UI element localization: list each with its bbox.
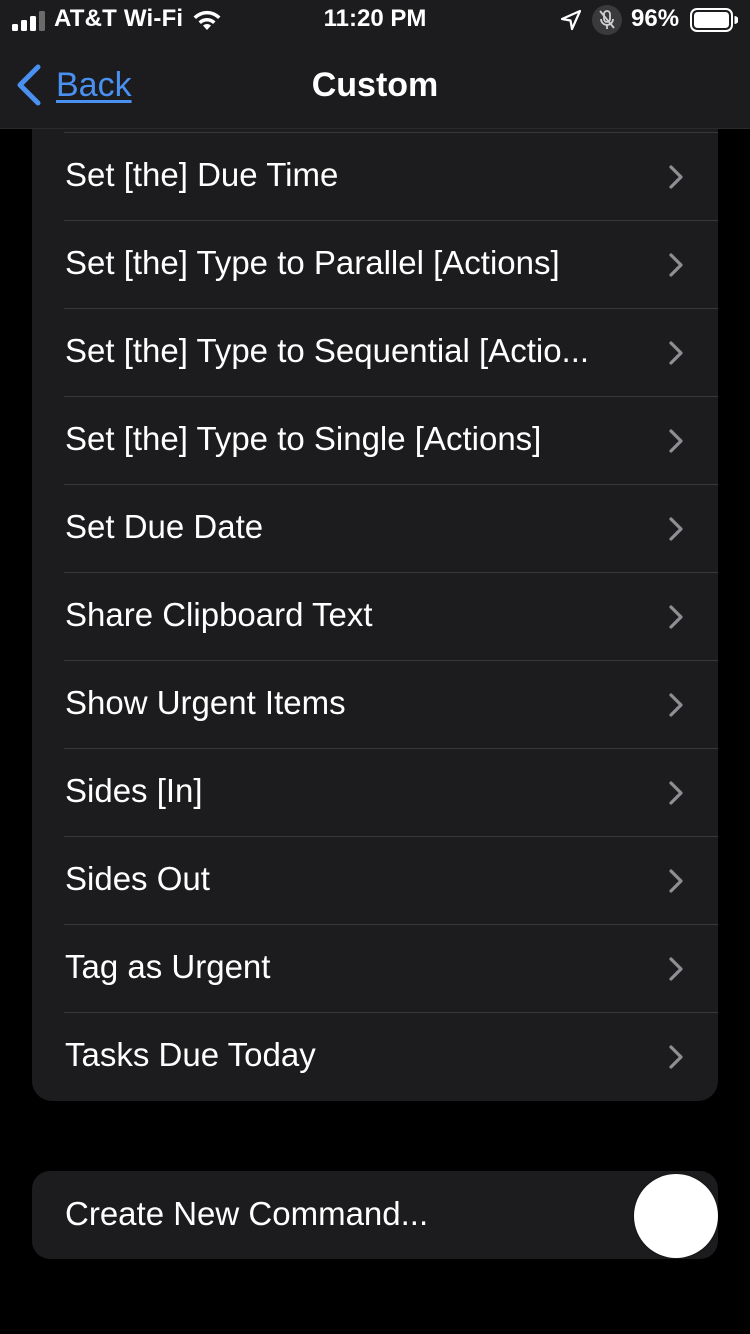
row-divider xyxy=(64,484,718,485)
list-item-label: Sides [In] xyxy=(65,772,203,809)
chevron-right-icon xyxy=(669,605,683,629)
row-divider xyxy=(64,748,718,749)
list-item[interactable]: Set [the] Type to Sequential [Actio... xyxy=(32,308,718,396)
create-new-command-button[interactable]: Create New Command... xyxy=(32,1171,718,1259)
assistive-touch-button[interactable] xyxy=(634,1174,718,1258)
chevron-right-icon xyxy=(669,1045,683,1069)
header: AT&T Wi-Fi 11:20 PM 96% Back Custom xyxy=(0,0,750,129)
chevron-right-icon xyxy=(669,957,683,981)
chevron-right-icon xyxy=(669,165,683,189)
list-item[interactable]: Tag as Urgent xyxy=(32,924,718,1012)
list-item-label: Set [the] Type to Sequential [Actio... xyxy=(65,332,590,369)
list-item-label: Tag as Urgent xyxy=(65,948,271,985)
chevron-right-icon xyxy=(669,341,683,365)
list-item[interactable]: Set [the] Type to Parallel [Actions] xyxy=(32,220,718,308)
chevron-right-icon xyxy=(669,781,683,805)
status-bar: AT&T Wi-Fi 11:20 PM 96% xyxy=(0,0,750,40)
location-arrow-icon xyxy=(560,9,582,31)
list-item-label: Tasks Due Today xyxy=(65,1036,316,1073)
list-item[interactable]: Share Clipboard Text xyxy=(32,572,718,660)
row-divider xyxy=(64,220,718,221)
row-divider xyxy=(64,836,718,837)
chevron-right-icon xyxy=(669,517,683,541)
list-item[interactable]: Set Due Date xyxy=(32,484,718,572)
row-divider xyxy=(64,132,718,133)
row-divider xyxy=(64,308,718,309)
navigation-bar: Back Custom xyxy=(0,44,750,124)
row-divider xyxy=(64,924,718,925)
row-divider xyxy=(64,660,718,661)
command-list-group: Set [the] Due Time Set [the] Type to Para… xyxy=(32,40,718,1101)
list-item[interactable]: Sides Out xyxy=(32,836,718,924)
command-list: Set [the] Due Time Set [the] Type to Para… xyxy=(32,132,718,1100)
list-item-label: Share Clipboard Text xyxy=(65,596,373,633)
row-divider xyxy=(64,1012,718,1013)
list-item[interactable]: Sides [In] xyxy=(32,748,718,836)
list-item-label: Set [the] Type to Single [Actions] xyxy=(65,420,542,457)
chevron-right-icon xyxy=(669,253,683,277)
list-item-label: Sides Out xyxy=(65,860,210,897)
row-divider xyxy=(64,572,718,573)
list-item[interactable]: Set [the] Type to Single [Actions] xyxy=(32,396,718,484)
mute-mic-icon xyxy=(592,5,622,35)
battery-percent: 96% xyxy=(631,5,680,32)
list-item[interactable]: Show Urgent Items xyxy=(32,660,718,748)
page-title: Custom xyxy=(311,66,439,104)
chevron-right-icon xyxy=(669,693,683,717)
list-item-label: Set Due Date xyxy=(65,508,264,545)
list-item[interactable]: Tasks Due Today xyxy=(32,1012,718,1100)
chevron-right-icon xyxy=(669,429,683,453)
battery-icon xyxy=(690,8,738,32)
list-item-label: Set [the] Type to Parallel [Actions] xyxy=(65,244,560,281)
row-divider xyxy=(64,396,718,397)
list-item[interactable]: Set [the] Due Time xyxy=(32,132,718,220)
chevron-right-icon xyxy=(669,869,683,893)
list-item-label: Show Urgent Items xyxy=(65,684,346,721)
create-new-command-label: Create New Command... xyxy=(65,1195,429,1232)
list-item-label: Set [the] Due Time xyxy=(65,156,339,193)
